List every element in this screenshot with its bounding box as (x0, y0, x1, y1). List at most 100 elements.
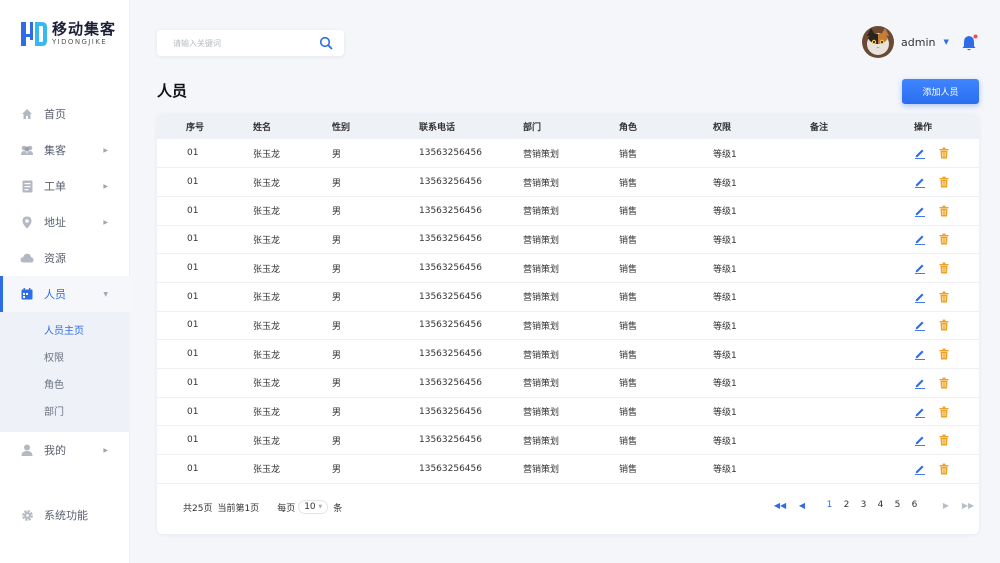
prev-page-icon[interactable]: ◀ (791, 501, 813, 510)
page-number[interactable]: 1 (821, 500, 838, 510)
sidebar-item-work-order[interactable]: 工单 ▶ (0, 168, 130, 204)
trash-icon[interactable] (938, 377, 950, 389)
page-number[interactable]: 5 (889, 500, 906, 510)
edit-icon[interactable] (914, 463, 926, 475)
cell-phone: 13563256456 (419, 234, 482, 245)
page-number[interactable]: 4 (872, 500, 889, 510)
cell-name: 张玉龙 (253, 178, 281, 189)
edit-icon[interactable] (914, 262, 926, 274)
page-number[interactable]: 3 (855, 500, 872, 510)
table-row: 01 张玉龙 男 13563256456 营销策划 销售 等级1 (157, 311, 979, 340)
trash-icon[interactable] (938, 434, 950, 446)
sidebar-item-address[interactable]: 地址 ▶ (0, 204, 130, 240)
sidebar-item-resources[interactable]: 资源 (0, 240, 130, 276)
table-row: 01 张玉龙 男 13563256456 营销策划 销售 等级1 (157, 369, 979, 398)
table-row: 01 张玉龙 男 13563256456 营销策划 销售 等级1 (157, 225, 979, 254)
cell-phone: 13563256456 (419, 205, 482, 216)
sidebar-item-system[interactable]: 系统功能 (0, 497, 130, 533)
trash-icon[interactable] (938, 463, 950, 475)
cell-actions (914, 168, 979, 197)
sidebar-nav: 首页 集客 ▶ 工单 ▶ 地址 ▶ 资源 人员 ▼ 人员主页 权限 角色 部门 … (0, 96, 130, 468)
table-row: 01 张玉龙 男 13563256456 营销策划 销售 等级1 (157, 168, 979, 197)
cell-role: 销售 (619, 264, 638, 275)
add-person-button[interactable]: 添加人员 (902, 79, 979, 104)
sidebar-item-jike[interactable]: 集客 ▶ (0, 132, 130, 168)
cell-department: 营销策划 (523, 321, 560, 332)
home-icon (20, 107, 34, 121)
trash-icon[interactable] (938, 291, 950, 303)
sidebar-submenu-personnel: 人员主页 权限 角色 部门 (0, 312, 130, 432)
column-header: 角色 (619, 123, 638, 133)
cell-department: 营销策划 (523, 293, 560, 304)
chevron-right-icon: ▶ (103, 446, 108, 454)
cell-phone: 13563256456 (419, 463, 482, 474)
sidebar: 移动集客 YIDONGJIKE 首页 集客 ▶ 工单 ▶ 地址 ▶ 资源 人员 … (0, 0, 130, 563)
edit-icon[interactable] (914, 406, 926, 418)
trash-icon[interactable] (938, 205, 950, 217)
trash-icon[interactable] (938, 147, 950, 159)
search-input[interactable] (173, 38, 313, 48)
edit-icon[interactable] (914, 377, 926, 389)
trash-icon[interactable] (938, 406, 950, 418)
next-page-icon[interactable]: ▶ (935, 501, 957, 510)
edit-icon[interactable] (914, 434, 926, 447)
edit-icon[interactable] (914, 319, 926, 332)
trash-icon[interactable] (938, 262, 950, 274)
first-page-icon[interactable]: ◀◀ (769, 501, 791, 510)
total-pages: 共25页 (183, 503, 213, 514)
sidebar-subitem-personnel-home[interactable]: 人员主页 (0, 318, 130, 345)
per-page-unit: 条 (333, 503, 343, 514)
search-icon[interactable] (319, 36, 333, 50)
cell-role: 销售 (619, 321, 638, 332)
cell-department: 营销策划 (523, 178, 560, 189)
cell-index: 01 (187, 234, 199, 245)
column-header: 姓名 (253, 123, 272, 133)
sidebar-subitem-roles[interactable]: 角色 (0, 372, 130, 399)
avatar[interactable] (862, 26, 894, 58)
trash-icon[interactable] (938, 319, 950, 331)
current-page-text: 当前第1页 (217, 503, 260, 514)
cell-name: 张玉龙 (253, 293, 281, 304)
cell-remark (810, 282, 914, 311)
brand-name: 移动集客 (52, 20, 117, 38)
edit-icon[interactable] (914, 205, 926, 217)
edit-icon[interactable] (914, 176, 926, 188)
page-number[interactable]: 6 (906, 500, 923, 510)
sidebar-subitem-departments[interactable]: 部门 (0, 399, 130, 426)
edit-icon[interactable] (914, 291, 926, 303)
edit-icon[interactable] (914, 348, 926, 361)
chevron-down-icon: ▼ (103, 290, 108, 298)
column-header: 操作 (914, 123, 933, 133)
sidebar-item-label: 地址 (44, 216, 66, 229)
trash-icon[interactable] (938, 348, 950, 360)
chevron-right-icon: ▶ (103, 182, 108, 190)
logo[interactable]: 移动集客 YIDONGJIKE (20, 20, 116, 48)
sidebar-item-personnel[interactable]: 人员 ▼ (0, 276, 130, 312)
cell-remark (810, 311, 914, 340)
chevron-down-icon[interactable]: ▼ (943, 38, 948, 46)
trash-icon[interactable] (938, 176, 950, 188)
cell-phone: 13563256456 (419, 263, 482, 274)
column-header: 部门 (523, 123, 542, 133)
sidebar-item-home[interactable]: 首页 (0, 96, 130, 132)
cell-permission: 等级1 (713, 321, 737, 332)
cell-role: 销售 (619, 207, 638, 218)
edit-icon[interactable] (914, 147, 926, 159)
trash-icon[interactable] (938, 233, 950, 245)
page-number[interactable]: 2 (838, 500, 855, 510)
cell-index: 01 (187, 349, 199, 360)
user-menu[interactable]: admin ▼ (862, 26, 949, 58)
sidebar-subitem-permissions[interactable]: 权限 (0, 345, 130, 372)
bell-icon[interactable] (960, 34, 978, 52)
last-page-icon[interactable]: ▶▶ (957, 501, 979, 510)
cell-index: 01 (187, 377, 199, 388)
cell-permission: 等级1 (713, 379, 737, 390)
cell-role: 销售 (619, 408, 638, 419)
edit-icon[interactable] (914, 233, 926, 246)
cell-actions (914, 254, 979, 283)
cell-permission: 等级1 (713, 293, 737, 304)
table-row: 01 张玉龙 男 13563256456 营销策划 销售 等级1 (157, 282, 979, 312)
sidebar-item-mine[interactable]: 我的 ▶ (0, 432, 130, 468)
cell-permission: 等级1 (713, 408, 737, 419)
per-page-select[interactable]: 10 ▼ (298, 500, 329, 514)
